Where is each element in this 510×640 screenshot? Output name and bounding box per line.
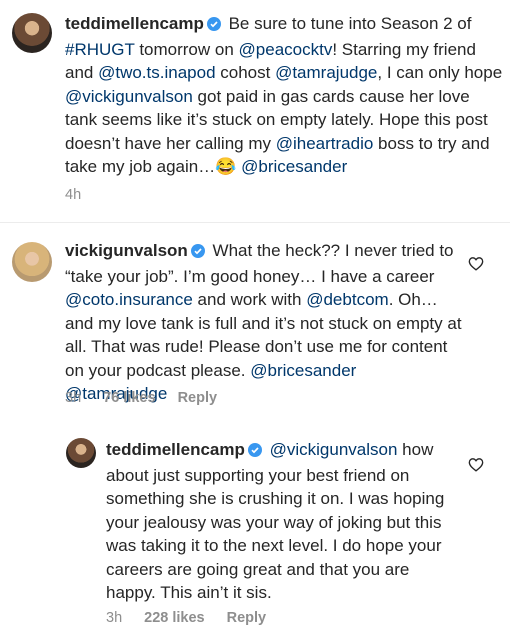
comment-text-segment: Be sure to tune into Season 2 of — [223, 14, 472, 33]
laughing-emoji-icon: 😂 — [215, 157, 237, 176]
comment-meta: 4h — [65, 187, 103, 203]
timestamp: 3h — [65, 390, 82, 406]
comment-text-segment: and work with — [192, 290, 307, 309]
verified-badge-icon — [206, 14, 221, 38]
comment-meta: 3h 228 likes Reply — [106, 610, 288, 626]
reply-button[interactable]: Reply — [178, 390, 218, 406]
mention-link[interactable]: @bricesander — [241, 157, 347, 176]
mention-link[interactable]: @peacocktv — [239, 40, 333, 59]
likes-count[interactable]: 76 likes — [103, 390, 155, 406]
divider — [0, 222, 510, 223]
comment-text: vickigunvalson What the heck?? I never t… — [65, 239, 463, 406]
mention-link[interactable]: @vickigunvalson — [65, 87, 193, 106]
mention-link[interactable]: @two.ts.inapod — [98, 63, 215, 82]
reply-button[interactable]: Reply — [227, 610, 267, 626]
likes-count[interactable]: 228 likes — [144, 610, 204, 626]
username[interactable]: vickigunvalson — [65, 241, 188, 260]
like-heart-icon[interactable] — [468, 256, 484, 276]
avatar[interactable] — [12, 242, 52, 282]
mention-link[interactable]: @tamrajudge — [275, 63, 377, 82]
hashtag-link[interactable]: #RHUGT — [65, 40, 135, 59]
mention-link[interactable]: @debtcom — [306, 290, 388, 309]
username[interactable]: teddimellencamp — [106, 440, 245, 459]
verified-badge-icon — [190, 241, 205, 265]
mention-link[interactable]: @coto.insurance — [65, 290, 193, 309]
username[interactable]: teddimellencamp — [65, 14, 204, 33]
comment-text-segment: , I can only hope — [377, 63, 503, 82]
mention-link[interactable]: @vickigunvalson — [270, 440, 398, 459]
timestamp: 4h — [65, 187, 82, 203]
comment-text: teddimellencamp Be sure to tune into Sea… — [65, 12, 505, 179]
comment-text-segment: tomorrow on — [134, 39, 239, 59]
mention-link[interactable]: @iheartradio — [276, 134, 374, 153]
like-heart-icon[interactable] — [468, 457, 484, 477]
avatar[interactable] — [66, 438, 96, 468]
comment-text: teddimellencamp @vickigunvalson how abou… — [106, 438, 463, 605]
avatar[interactable] — [12, 13, 52, 53]
comment-text-segment: how about just supporting your best frie… — [106, 440, 445, 602]
comment-text-segment: cohost — [215, 63, 276, 82]
mention-link[interactable]: @bricesander — [250, 361, 356, 380]
verified-badge-icon — [247, 440, 262, 464]
comment-meta: 3h 76 likes Reply — [65, 390, 239, 406]
timestamp: 3h — [106, 610, 123, 626]
